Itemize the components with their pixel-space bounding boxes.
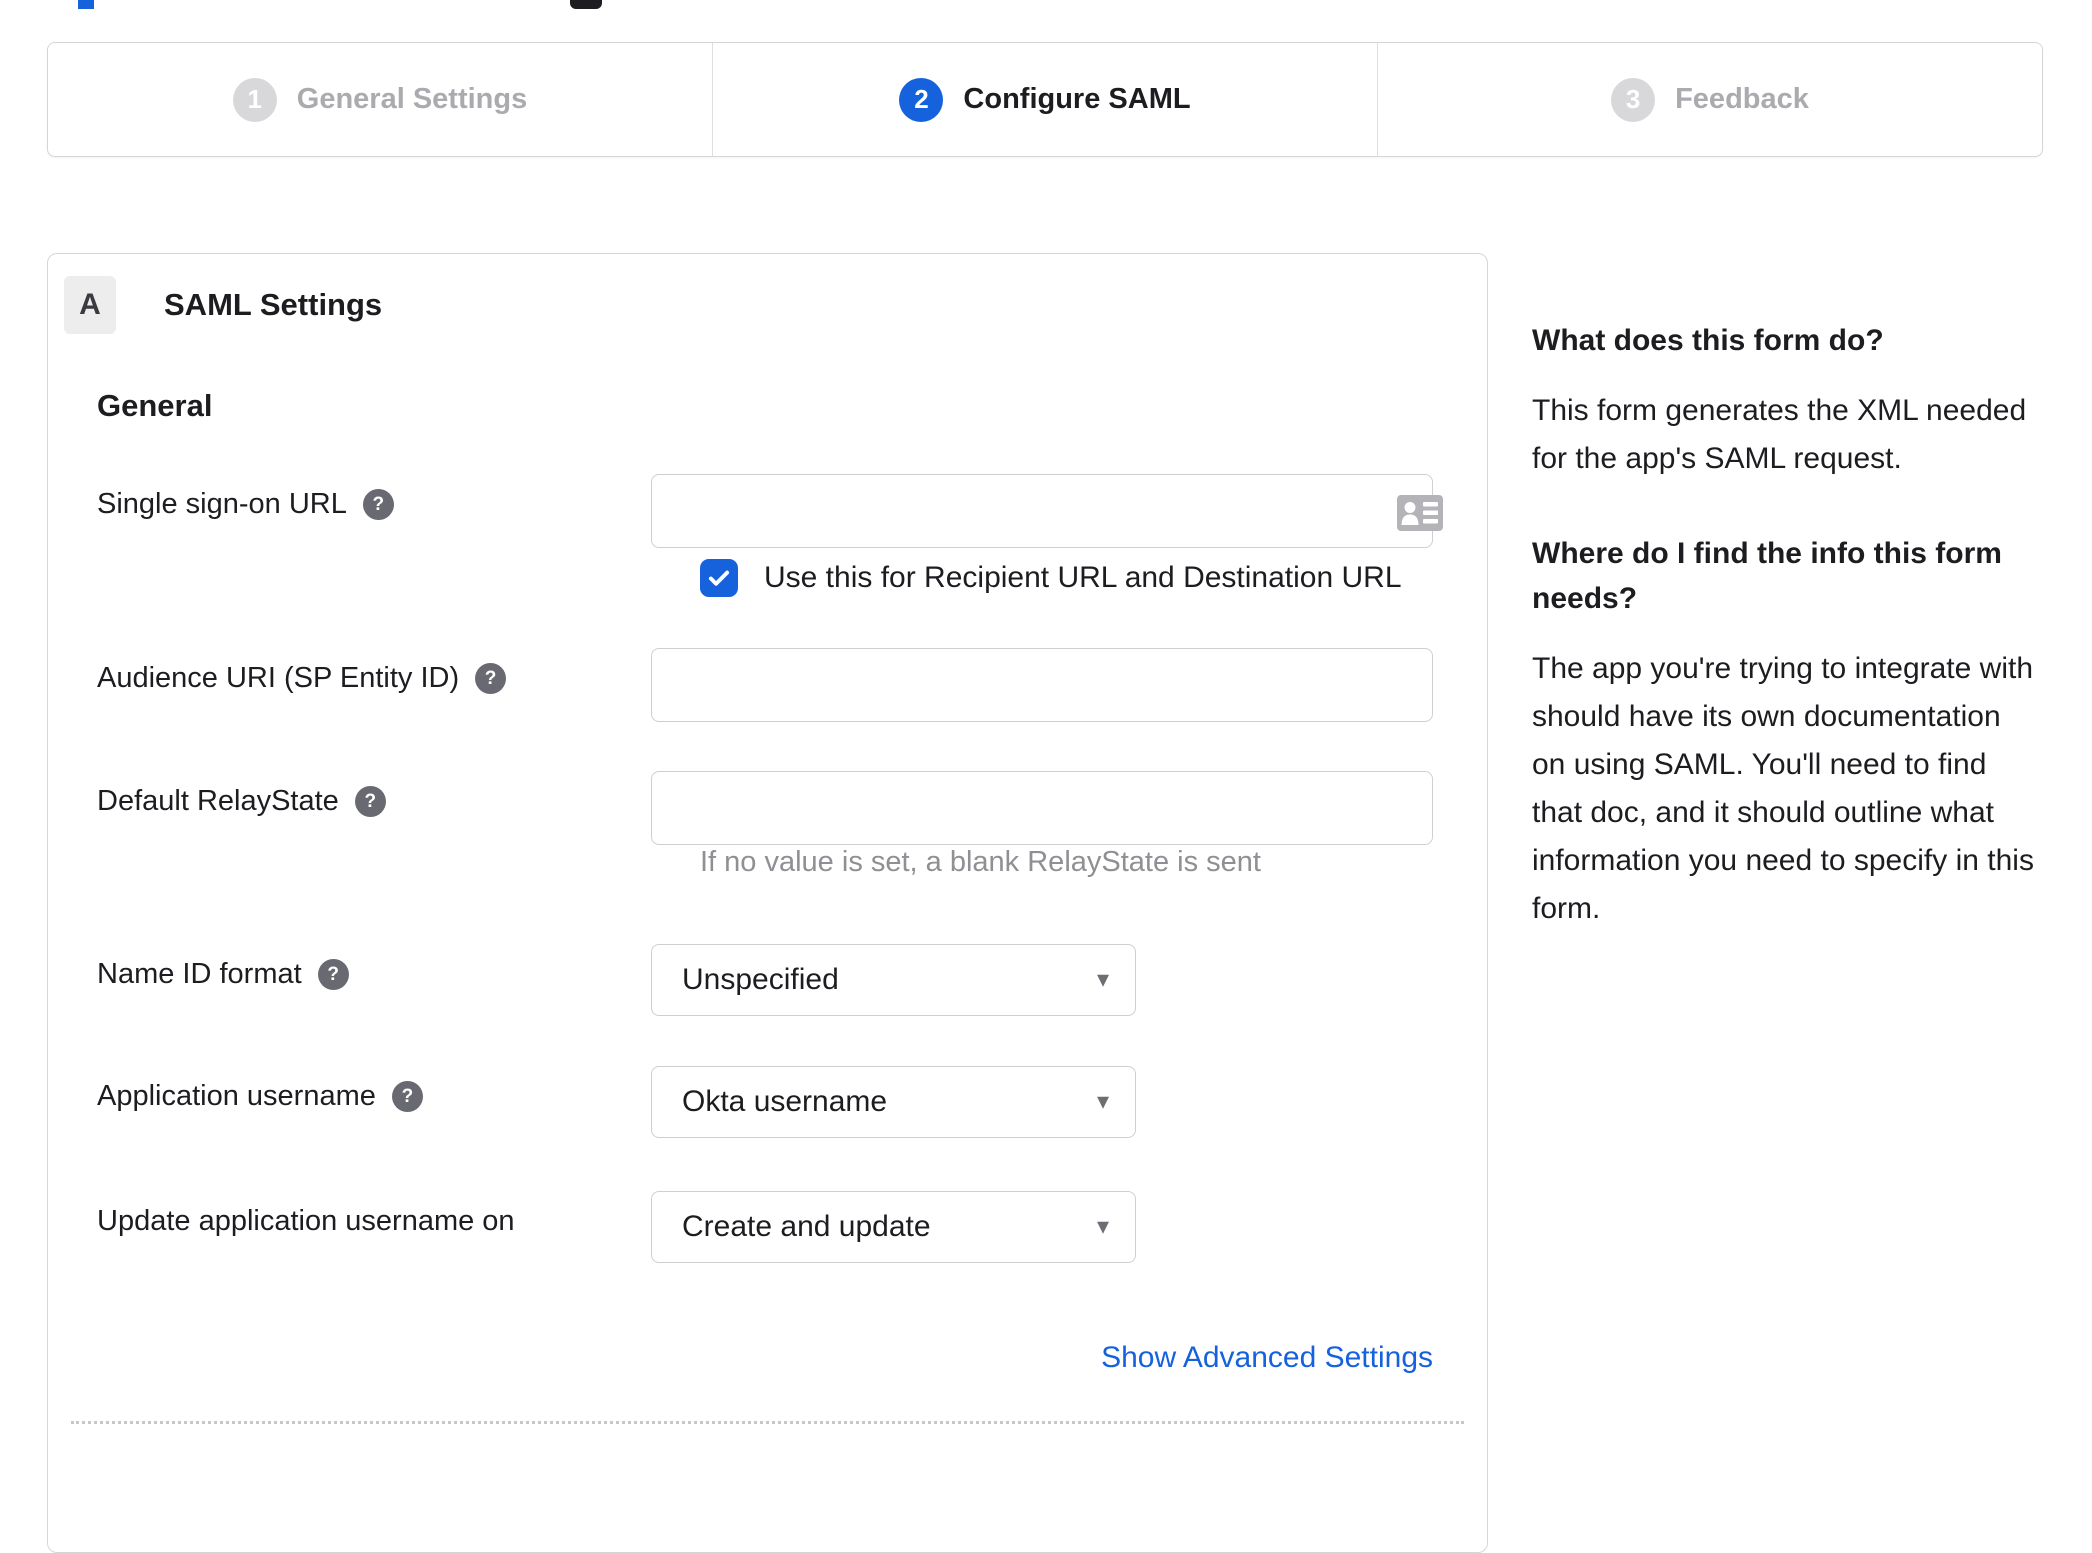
sidebar-question-2: Where do I find the info this form needs… [1532, 537, 2002, 615]
recipient-url-checkbox[interactable] [700, 559, 738, 597]
sso-url-input[interactable] [651, 474, 1433, 548]
step-1-label: General Settings [296, 83, 528, 115]
help-icon[interactable]: ? [317, 959, 349, 990]
help-icon[interactable]: ? [362, 489, 394, 520]
relay-state-label-wrap: Default RelayState ? [97, 771, 651, 818]
step-general-settings[interactable]: 1 General Settings [48, 43, 712, 156]
update-username-select[interactable]: Create and update ▾ [651, 1191, 1136, 1263]
sidebar-answer-1: This form generates the XML needed for t… [1532, 394, 2027, 475]
audience-uri-input[interactable] [651, 648, 1433, 722]
step-1-number-badge: 1 [232, 77, 277, 122]
update-username-label: Update application username on [97, 1205, 515, 1237]
help-icon[interactable]: ? [391, 1081, 423, 1112]
name-id-format-label-wrap: Name ID format ? [97, 944, 651, 991]
step-configure-saml[interactable]: 2 Configure SAML [712, 43, 1377, 156]
clipped-blue-tab-fragment [78, 0, 94, 9]
address-card-icon[interactable] [1397, 495, 1443, 531]
name-id-format-row: Name ID format ? Unspecified ▾ [97, 944, 1467, 1016]
help-icon[interactable]: ? [475, 663, 507, 694]
step-3-label: Feedback [1675, 83, 1809, 115]
recipient-url-checkbox-label: Use this for Recipient URL and Destinati… [764, 561, 1402, 594]
update-username-row: Update application username on Create an… [97, 1191, 1467, 1263]
audience-uri-label: Audience URI (SP Entity ID) [97, 662, 460, 694]
chevron-down-icon: ▾ [1096, 965, 1109, 993]
sidebar-answer-2: The app you're trying to integrate with … [1532, 652, 2034, 925]
panel-header: A SAML Settings [64, 276, 382, 334]
relay-state-row: Default RelayState ? [97, 771, 1467, 845]
application-username-label: Application username [97, 1080, 376, 1112]
application-username-label-wrap: Application username ? [97, 1066, 651, 1113]
sso-url-label-wrap: Single sign-on URL ? [97, 474, 651, 521]
help-icon[interactable]: ? [354, 786, 386, 817]
audience-uri-row: Audience URI (SP Entity ID) ? [97, 648, 1467, 722]
general-group-heading: General [97, 388, 213, 423]
chevron-down-icon: ▾ [1096, 1087, 1109, 1115]
section-a-badge: A [64, 276, 116, 334]
step-2-label: Configure SAML [963, 83, 1191, 115]
help-sidebar: What does this form do? This form genera… [1532, 318, 2040, 981]
wizard-stepper: 1 General Settings 2 Configure SAML 3 Fe… [47, 42, 2043, 157]
step-feedback[interactable]: 3 Feedback [1377, 43, 2042, 156]
relay-state-hint: If no value is set, a blank RelayState i… [700, 846, 1261, 878]
application-username-value: Okta username [682, 1085, 888, 1118]
show-advanced-settings-link[interactable]: Show Advanced Settings [651, 1341, 1433, 1375]
sidebar-question-1: What does this form do? [1532, 324, 1884, 357]
sso-url-row: Single sign-on URL ? [97, 474, 1467, 548]
relay-state-label: Default RelayState [97, 785, 339, 817]
section-title: SAML Settings [164, 287, 383, 322]
relay-state-input[interactable] [651, 771, 1433, 845]
sso-url-label: Single sign-on URL [97, 488, 347, 520]
application-username-select[interactable]: Okta username ▾ [651, 1066, 1136, 1138]
recipient-url-checkbox-row: Use this for Recipient URL and Destinati… [700, 559, 1402, 597]
audience-uri-label-wrap: Audience URI (SP Entity ID) ? [97, 648, 651, 695]
step-3-number-badge: 3 [1611, 77, 1656, 122]
name-id-format-select[interactable]: Unspecified ▾ [651, 944, 1136, 1016]
name-id-format-label: Name ID format [97, 958, 302, 990]
section-divider [71, 1421, 1464, 1424]
clipped-logo-fragment [570, 0, 602, 9]
name-id-format-value: Unspecified [682, 963, 839, 996]
checkmark-icon [708, 570, 730, 586]
application-username-row: Application username ? Okta username ▾ [97, 1066, 1467, 1138]
step-2-number-badge: 2 [899, 77, 944, 122]
update-username-value: Create and update [682, 1210, 931, 1243]
saml-settings-panel: A SAML Settings General Single sign-on U… [47, 253, 1488, 1553]
chevron-down-icon: ▾ [1096, 1212, 1109, 1240]
update-username-label-wrap: Update application username on [97, 1191, 651, 1238]
